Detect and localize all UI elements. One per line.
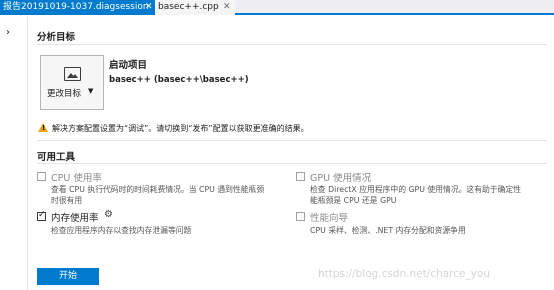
memory-usage-description: 检查应用程序内存以查找内存泄漏等问题 bbox=[51, 225, 191, 236]
gear-icon[interactable]: ⚙ bbox=[104, 209, 113, 220]
document-tab-strip: 报告20191019-1037.diagsession ✕ basec++.cp… bbox=[0, 0, 554, 15]
gpu-usage-label: GPU 使用情况 bbox=[310, 173, 372, 184]
memory-usage-desc-line1: 检查应用程序内存以查找内存泄漏等问题 bbox=[51, 226, 192, 235]
warning-icon: ! bbox=[38, 123, 48, 132]
close-icon[interactable]: ✕ bbox=[223, 0, 231, 15]
section-divider bbox=[37, 163, 547, 164]
tab-basec-cpp[interactable]: basec++.cpp ✕ bbox=[155, 0, 235, 15]
gpu-usage-checkbox[interactable] bbox=[296, 172, 305, 181]
tab-diagsession-label: 报告20191019-1037.diagsession bbox=[3, 2, 149, 12]
tab-diagsession[interactable]: 报告20191019-1037.diagsession ✕ bbox=[0, 0, 155, 15]
startup-project-heading: 启动项目 bbox=[109, 60, 148, 71]
warning-message: 解决方案配置设置为“调试”。请切换到“发布”配置以获取更准确的结果。 bbox=[52, 124, 309, 133]
section-divider bbox=[37, 140, 547, 141]
cpu-usage-label: CPU 使用率 bbox=[51, 173, 102, 184]
caret-down-icon: ▼ bbox=[88, 87, 94, 95]
analysis-target-heading: 分析目标 bbox=[37, 32, 76, 43]
left-gutter bbox=[0, 17, 28, 290]
start-button[interactable]: 开始 bbox=[37, 268, 99, 285]
memory-usage-checkbox[interactable] bbox=[37, 210, 46, 221]
image-icon bbox=[64, 67, 81, 81]
performance-wizard-label: 性能向导 bbox=[310, 213, 349, 224]
performance-wizard-description: CPU 采样、检测、.NET 内存分配和资源争用 bbox=[310, 225, 466, 236]
gpu-usage-desc-line1: 检查 DirectX 应用程序中的 GPU 使用情况。这有助于确定性 bbox=[310, 185, 521, 194]
change-target-label: 更改目标 bbox=[47, 89, 82, 99]
cpu-usage-checkbox[interactable] bbox=[37, 172, 46, 181]
memory-usage-label: 内存使用率 bbox=[51, 213, 99, 224]
watermark: https://blog.csdn.net/charce_you bbox=[318, 268, 491, 280]
cpu-usage-desc-line2: 时很有用 bbox=[51, 196, 83, 205]
performance-wizard-desc-line1: CPU 采样、检测、.NET 内存分配和资源争用 bbox=[310, 226, 466, 235]
tab-basec-cpp-label: basec++.cpp bbox=[158, 2, 219, 12]
cpu-usage-description: 查看 CPU 执行代码时的时间耗费情况。当 CPU 遇到性能瓶颈 时很有用 bbox=[51, 184, 264, 206]
available-tools-heading: 可用工具 bbox=[37, 152, 76, 163]
section-divider bbox=[37, 44, 547, 45]
gpu-usage-desc-line2: 能瓶颈是 CPU 还是 GPU bbox=[310, 196, 397, 205]
chevron-right-icon[interactable]: › bbox=[6, 27, 10, 38]
gpu-usage-description: 检查 DirectX 应用程序中的 GPU 使用情况。这有助于确定性 能瓶颈是 … bbox=[310, 184, 521, 206]
startup-project-name: basec++ (basec++\basec++) bbox=[109, 75, 249, 85]
change-target-button[interactable]: 更改目标 ▼ bbox=[40, 55, 104, 110]
performance-wizard-checkbox[interactable] bbox=[296, 212, 305, 221]
close-icon[interactable]: ✕ bbox=[145, 0, 153, 15]
cpu-usage-desc-line1: 查看 CPU 执行代码时的时间耗费情况。当 CPU 遇到性能瓶颈 bbox=[51, 185, 265, 194]
